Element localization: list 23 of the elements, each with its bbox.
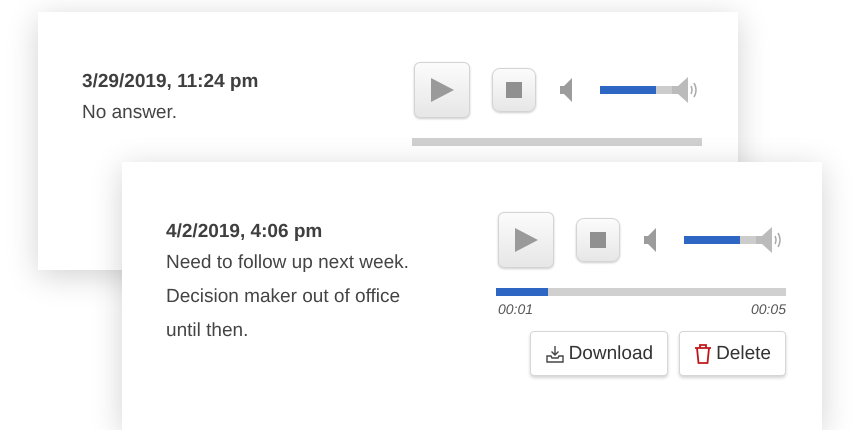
play-button[interactable] <box>498 212 554 268</box>
stop-icon <box>506 82 522 98</box>
play-icon <box>513 227 539 253</box>
speaker-icon <box>560 78 572 102</box>
duration-time: 00:05 <box>750 301 786 317</box>
recording-date: 4/2/2019, 4:06 pm <box>166 220 324 244</box>
recording-note: Need to follow up next week. Decision maker out of office until then. <box>166 251 410 343</box>
play-icon <box>429 77 455 103</box>
volume-slider[interactable] <box>600 86 672 94</box>
stop-icon <box>590 232 606 248</box>
speaker-icon <box>644 228 656 252</box>
recording-date: 3/29/2019, 11:24 pm <box>82 70 260 94</box>
download-button[interactable]: Download <box>530 331 668 376</box>
stop-button[interactable] <box>576 218 620 262</box>
trash-icon <box>694 342 712 364</box>
download-icon <box>544 344 565 364</box>
elapsed-time: 00:01 <box>498 301 534 317</box>
recording-note: No answer. <box>82 101 178 125</box>
stop-button[interactable] <box>492 68 536 112</box>
volume-slider[interactable] <box>684 236 756 244</box>
delete-button[interactable]: Delete <box>679 331 786 376</box>
play-button[interactable] <box>414 62 470 118</box>
progress-bar[interactable] <box>496 288 786 296</box>
